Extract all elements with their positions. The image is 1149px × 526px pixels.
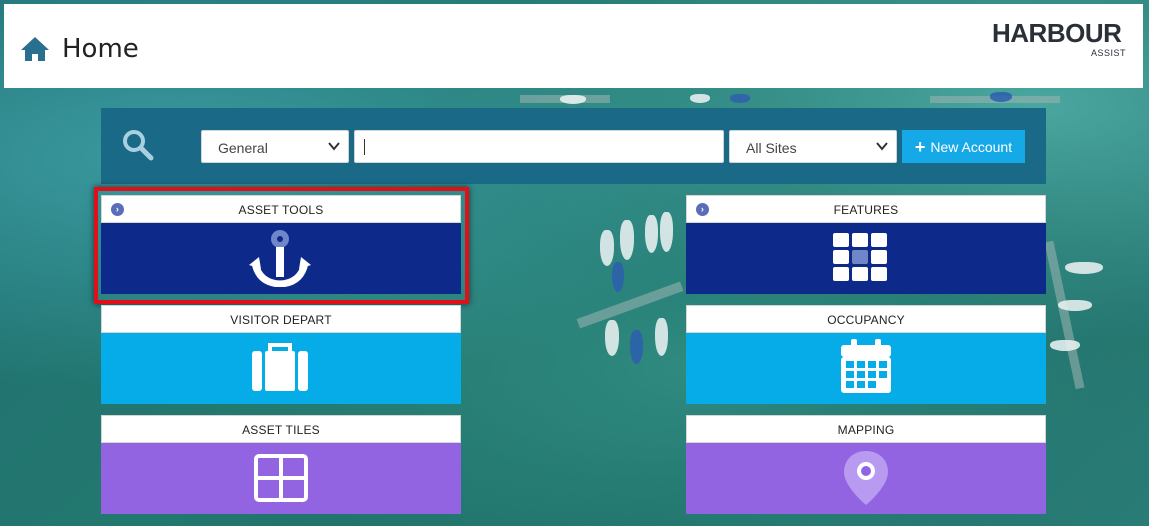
window-grid-icon	[254, 454, 308, 502]
suitcase-icon	[252, 343, 308, 391]
tile-header: OCCUPANCY	[686, 305, 1046, 333]
logo-main-text: HARBOUR	[992, 18, 1122, 48]
chevron-down-icon	[328, 142, 340, 151]
grid-dots-icon	[833, 233, 887, 281]
page-title: Home	[62, 34, 139, 64]
tile-mapping[interactable]: MAPPING	[686, 415, 1046, 525]
category-select-value: General	[218, 140, 268, 156]
search-icon[interactable]	[121, 128, 155, 162]
tile-body[interactable]	[101, 223, 461, 294]
tile-body[interactable]	[101, 443, 461, 514]
search-bar: General All Sites + New Account	[101, 108, 1046, 184]
tile-label: ASSET TOOLS	[238, 203, 324, 217]
tile-body[interactable]	[686, 333, 1046, 404]
tile-asset-tools[interactable]: › ASSET TOOLS	[101, 195, 461, 305]
chevron-down-icon	[876, 142, 888, 151]
logo-sub-text: ASSIST	[1090, 48, 1126, 58]
tile-label: FEATURES	[833, 203, 899, 217]
chevron-right-icon[interactable]: ›	[111, 203, 124, 216]
tile-header: MAPPING	[686, 415, 1046, 443]
tile-visitor-depart[interactable]: VISITOR DEPART	[101, 305, 461, 415]
site-select-value: All Sites	[746, 140, 797, 156]
tile-occupancy[interactable]: OCCUPANCY	[686, 305, 1046, 415]
tile-label: VISITOR DEPART	[230, 313, 332, 327]
category-select[interactable]: General	[201, 130, 349, 163]
text-caret	[364, 139, 365, 155]
search-input[interactable]	[354, 130, 724, 163]
top-header-bar: Home HARBOUR ASSIST	[4, 4, 1143, 88]
chevron-right-icon[interactable]: ›	[696, 203, 709, 216]
tile-header: ASSET TILES	[101, 415, 461, 443]
new-account-label: New Account	[930, 138, 1013, 155]
tile-header: › FEATURES	[686, 195, 1046, 223]
plus-icon: +	[914, 136, 926, 157]
tile-header: VISITOR DEPART	[101, 305, 461, 333]
tile-label: OCCUPANCY	[827, 313, 905, 327]
harbour-assist-logo[interactable]: HARBOUR ASSIST	[990, 18, 1130, 63]
anchor-icon	[249, 230, 311, 287]
new-account-button[interactable]: + New Account	[902, 130, 1025, 163]
tile-label: MAPPING	[837, 423, 895, 437]
home-icon[interactable]	[19, 35, 51, 63]
map-pin-icon	[844, 451, 888, 505]
tile-features[interactable]: › FEATURES	[686, 195, 1046, 305]
site-select[interactable]: All Sites	[729, 130, 897, 163]
tile-header: › ASSET TOOLS	[101, 195, 461, 223]
tile-body[interactable]	[686, 443, 1046, 514]
tile-body[interactable]	[101, 333, 461, 404]
tile-label: ASSET TILES	[242, 423, 320, 437]
tile-asset-tiles[interactable]: ASSET TILES	[101, 415, 461, 525]
tile-body[interactable]	[686, 223, 1046, 294]
calendar-icon	[841, 339, 891, 393]
